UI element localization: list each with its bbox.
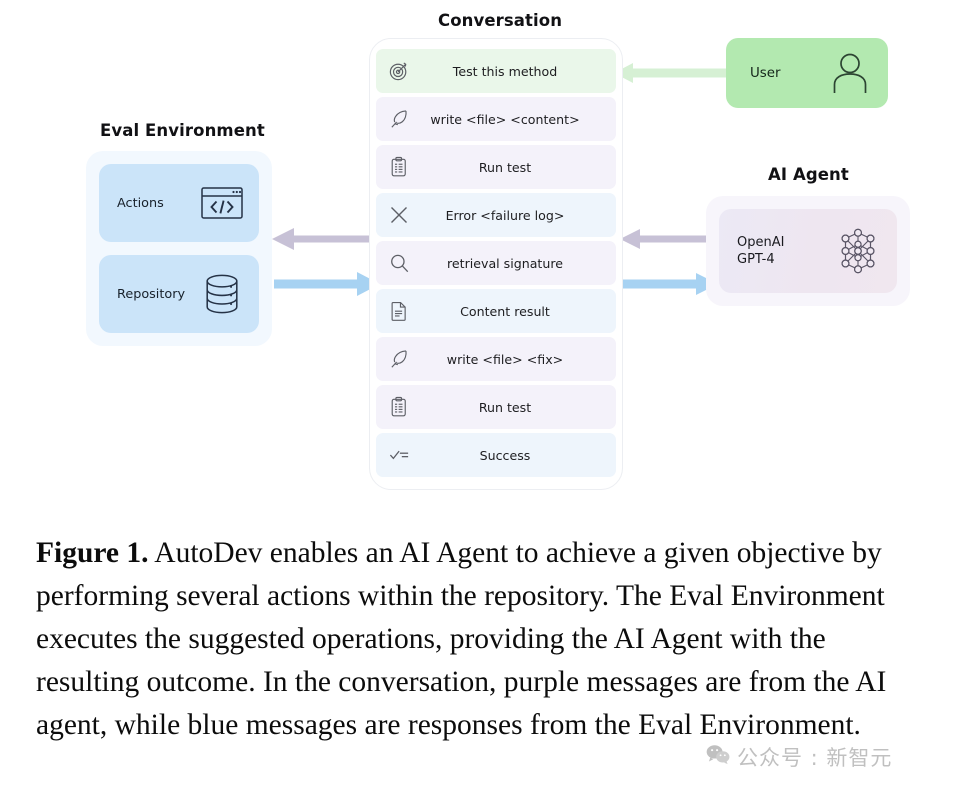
clipboard-icon [382,156,416,178]
arrow-eval-to-conversation [274,272,380,296]
conversation-panel-title: Conversation [438,11,563,30]
figure-diagram: Conversation Test this method write <fil… [0,0,960,515]
ai-agent-title: AI Agent [768,165,849,184]
message-text: Success [479,447,531,463]
message-text: Test this method [452,63,558,79]
message-row[interactable]: write <file> <content> [376,97,616,141]
quill-icon [382,348,416,370]
message-row[interactable]: Content result [376,289,616,333]
arrow-conversation-to-eval [272,228,376,250]
eval-environment-panel: Actions Repository [86,151,272,346]
eval-card-actions[interactable]: Actions [99,164,259,242]
message-row[interactable]: Run test [376,145,616,189]
message-text: write <file> <fix> [446,351,564,367]
eval-environment-title: Eval Environment [100,121,265,140]
message-row[interactable]: Run test [376,385,616,429]
eval-card-label: Repository [117,286,186,302]
message-text: Error <failure log> [445,207,565,223]
person-icon [832,51,868,95]
message-text: Content result [460,303,550,319]
magnifier-icon [382,252,416,275]
message-row[interactable]: retrieval signature [376,241,616,285]
message-text: Run test [478,399,532,415]
database-icon [199,273,245,315]
user-box[interactable]: User [726,38,888,108]
message-row[interactable]: write <file> <fix> [376,337,616,381]
figure-caption: Figure 1. AutoDev enables an AI Agent to… [36,532,924,747]
ai-agent-model-label: OpenAI GPT-4 [737,234,785,267]
ai-agent-model-card[interactable]: OpenAI GPT-4 [719,209,897,293]
figure-number: Figure 1. [36,537,149,569]
code-window-icon [199,185,245,221]
figure-caption-text: AutoDev enables an AI Agent to achieve a… [36,537,887,741]
message-row[interactable]: Success [376,433,616,477]
message-text: write <file> <content> [430,111,580,127]
document-icon [382,300,416,322]
clipboard-icon [382,396,416,418]
user-label: User [750,65,781,81]
eval-card-repository[interactable]: Repository [99,255,259,333]
arrow-conversation-to-agent [622,273,718,295]
target-icon [382,60,416,82]
conversation-panel: Test this method write <file> <content> [369,38,623,490]
eval-card-label: Actions [117,195,164,211]
ai-agent-panel: OpenAI GPT-4 [706,196,910,306]
arrow-user-to-conversation [614,63,730,83]
neural-network-icon [831,226,885,276]
checklist-icon [382,444,416,467]
message-row[interactable]: Error <failure log> [376,193,616,237]
arrow-agent-to-conversation [620,229,716,249]
wechat-icon [706,744,730,770]
quill-icon [382,108,416,130]
message-text: Run test [478,159,532,175]
message-row[interactable]: Test this method [376,49,616,93]
cross-icon [382,203,416,227]
message-text: retrieval signature [446,255,563,271]
